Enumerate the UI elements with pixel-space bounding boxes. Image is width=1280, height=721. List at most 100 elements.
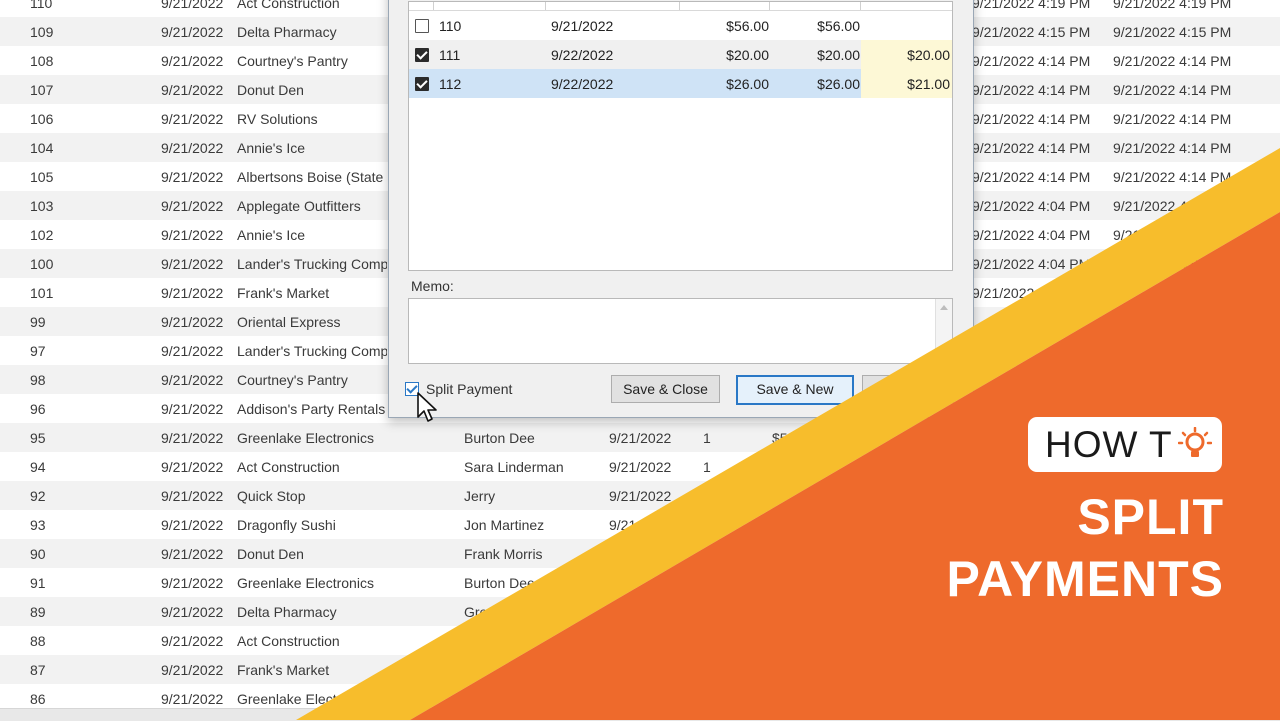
- cell-date: 9/21/2022: [161, 546, 224, 562]
- cell-order-date: 9/21: [609, 517, 637, 533]
- cell-ts1: 9/21/2022 4:14 PM: [972, 53, 1091, 69]
- invoice-id: 111: [439, 47, 461, 63]
- header-separator[interactable]: [679, 2, 680, 10]
- invoice-row[interactable]: 112 9/22/2022 $26.00 $26.00 $21.00: [409, 69, 952, 98]
- cell-id: 94: [30, 459, 46, 475]
- cell-contact: Burton Dee: [464, 575, 535, 591]
- cell-ts1: 9/21/2022 4:04 PM: [972, 198, 1091, 214]
- cell-customer: Courtney's Pantry: [237, 53, 348, 69]
- cell-customer: Donut Den: [237, 546, 304, 562]
- cell-id: 101: [30, 285, 54, 301]
- cell-ts2: 9/21/2022 4:14 PM: [1113, 169, 1232, 185]
- cell-id: 109: [30, 24, 54, 40]
- cell-ts2: 9/21/2022 4:19 PM: [1113, 0, 1232, 11]
- lightbulb-icon: [1178, 427, 1212, 457]
- how-to-text: HOW T: [1045, 424, 1173, 465]
- table-row[interactable]: 88 9/21/2022 Act Construction: [0, 626, 1280, 655]
- save-new-button[interactable]: Save & New: [736, 375, 854, 405]
- how-to-badge: HOW T: [1028, 417, 1222, 472]
- cell-ts1: 9/21/2022 4:14 PM: [972, 111, 1091, 127]
- invoice-id: 110: [439, 18, 462, 34]
- cell-date: 9/21/2022: [161, 24, 224, 40]
- cell-customer: Quick Stop: [237, 488, 306, 504]
- header-separator[interactable]: [433, 2, 434, 10]
- cell-qty: 1: [703, 430, 711, 446]
- save-close-button[interactable]: Save & Close: [611, 375, 720, 403]
- scroll-up-arrow-icon[interactable]: [940, 305, 948, 310]
- cell-customer: Greenlake Electronics: [237, 430, 374, 446]
- invoice-applied: $21.00: [907, 76, 950, 92]
- invoice-checkbox[interactable]: [415, 48, 429, 62]
- cell-id: 107: [30, 82, 54, 98]
- invoice-row[interactable]: 111 9/22/2022 $20.00 $20.00 $20.00: [409, 40, 952, 69]
- cell-date: 9/21/2022: [161, 633, 224, 649]
- table-row[interactable]: 87 9/21/2022 Frank's Market: [0, 655, 1280, 684]
- cell-customer: Albertsons Boise (State: [237, 169, 384, 185]
- cell-customer: Frank's Market: [237, 662, 330, 678]
- cell-date: 9/21/2022: [161, 343, 224, 359]
- cell-date: 9/21/2022: [161, 169, 224, 185]
- cell-ts2: 9/21/2022 4:15 PM: [1113, 24, 1232, 40]
- cell-date: 9/21/2022: [161, 575, 224, 591]
- cell-id: 89: [30, 604, 46, 620]
- invoice-checkbox[interactable]: [415, 19, 429, 33]
- banner-title-line-2: PAYMENTS: [946, 551, 1224, 607]
- cell-customer: Delta Pharmacy: [237, 604, 337, 620]
- cell-date: 9/21/2022: [161, 82, 224, 98]
- cell-customer: Donut Den: [237, 82, 304, 98]
- cell-id: 100: [30, 256, 54, 272]
- cell-date: 9/21/2022: [161, 372, 224, 388]
- cell-customer: Applegate Outfitters: [237, 198, 361, 214]
- invoice-balance: $56.00: [817, 18, 860, 34]
- cell-date: 9/21/2022: [161, 314, 224, 330]
- header-separator[interactable]: [545, 2, 546, 10]
- cell-ts1: 9/21/2022 4:04 PM: [972, 227, 1091, 243]
- cell-order-date: 9/21/2022: [609, 430, 672, 446]
- invoice-balance: $20.00: [817, 47, 860, 63]
- cell-customer: Dragonfly Sushi: [237, 517, 336, 533]
- close-button[interactable]: [862, 375, 954, 403]
- grid-header: [409, 2, 952, 11]
- cell-id: 86: [30, 691, 46, 707]
- cell-customer: Act Construction: [237, 459, 340, 475]
- cell-id: 96: [30, 401, 46, 417]
- cell-id: 108: [30, 53, 54, 69]
- cell-ts2: 9/21/2022 4:14 PM: [1113, 111, 1232, 127]
- cell-date: 9/21/2022: [161, 227, 224, 243]
- cell-id: 92: [30, 488, 46, 504]
- cell-ts2: 9/21/2022 4:04 PM: [1113, 256, 1232, 272]
- cell-contact: Frank Morris: [464, 546, 543, 562]
- horizontal-scrollbar[interactable]: [0, 708, 1280, 721]
- cell-date: 9/21/2022: [161, 0, 224, 11]
- header-separator[interactable]: [860, 2, 861, 10]
- cell-ts1: 9/21/2022 4:14 PM: [972, 169, 1091, 185]
- cell-customer: Addison's Party Rentals: [237, 401, 386, 417]
- cell-customer: Greenlake Electronics: [237, 575, 374, 591]
- memo-field[interactable]: [408, 298, 953, 364]
- cell-date: 9/21/2022: [161, 256, 224, 272]
- cell-date: 9/21/2022: [161, 111, 224, 127]
- cell-id: 87: [30, 662, 46, 678]
- invoice-amount: $26.00: [726, 76, 769, 92]
- cell-customer: Act Construction: [237, 633, 340, 649]
- cell-id: 93: [30, 517, 46, 533]
- cell-date: 9/21/2022: [161, 604, 224, 620]
- cell-date: 9/21/2022: [161, 140, 224, 156]
- invoice-row[interactable]: 110 9/21/2022 $56.00 $56.00: [409, 11, 952, 40]
- cell-customer: Annie's Ice: [237, 227, 306, 243]
- memo-scrollbar[interactable]: [935, 299, 952, 363]
- cell-customer: Annie's Ice: [237, 140, 306, 156]
- cell-contact: Gre: [464, 604, 488, 620]
- cell-ts2: 9/21/2022 4:14 PM: [1113, 140, 1232, 156]
- cell-id: 90: [30, 546, 46, 562]
- mouse-cursor-icon: [417, 392, 437, 422]
- cell-customer: Courtney's Pantry: [237, 372, 348, 388]
- header-separator[interactable]: [769, 2, 770, 10]
- cell-ts1: 9/21/2022 4:04 PM: [972, 256, 1091, 272]
- cell-customer: Lander's Trucking Comp: [237, 256, 387, 272]
- invoice-checkbox[interactable]: [415, 77, 429, 91]
- memo-label: Memo:: [411, 278, 454, 294]
- cell-ts1: 9/21/2022 4:14 PM: [972, 140, 1091, 156]
- cell-id: 97: [30, 343, 46, 359]
- cell-date: 9/21/2022: [161, 401, 224, 417]
